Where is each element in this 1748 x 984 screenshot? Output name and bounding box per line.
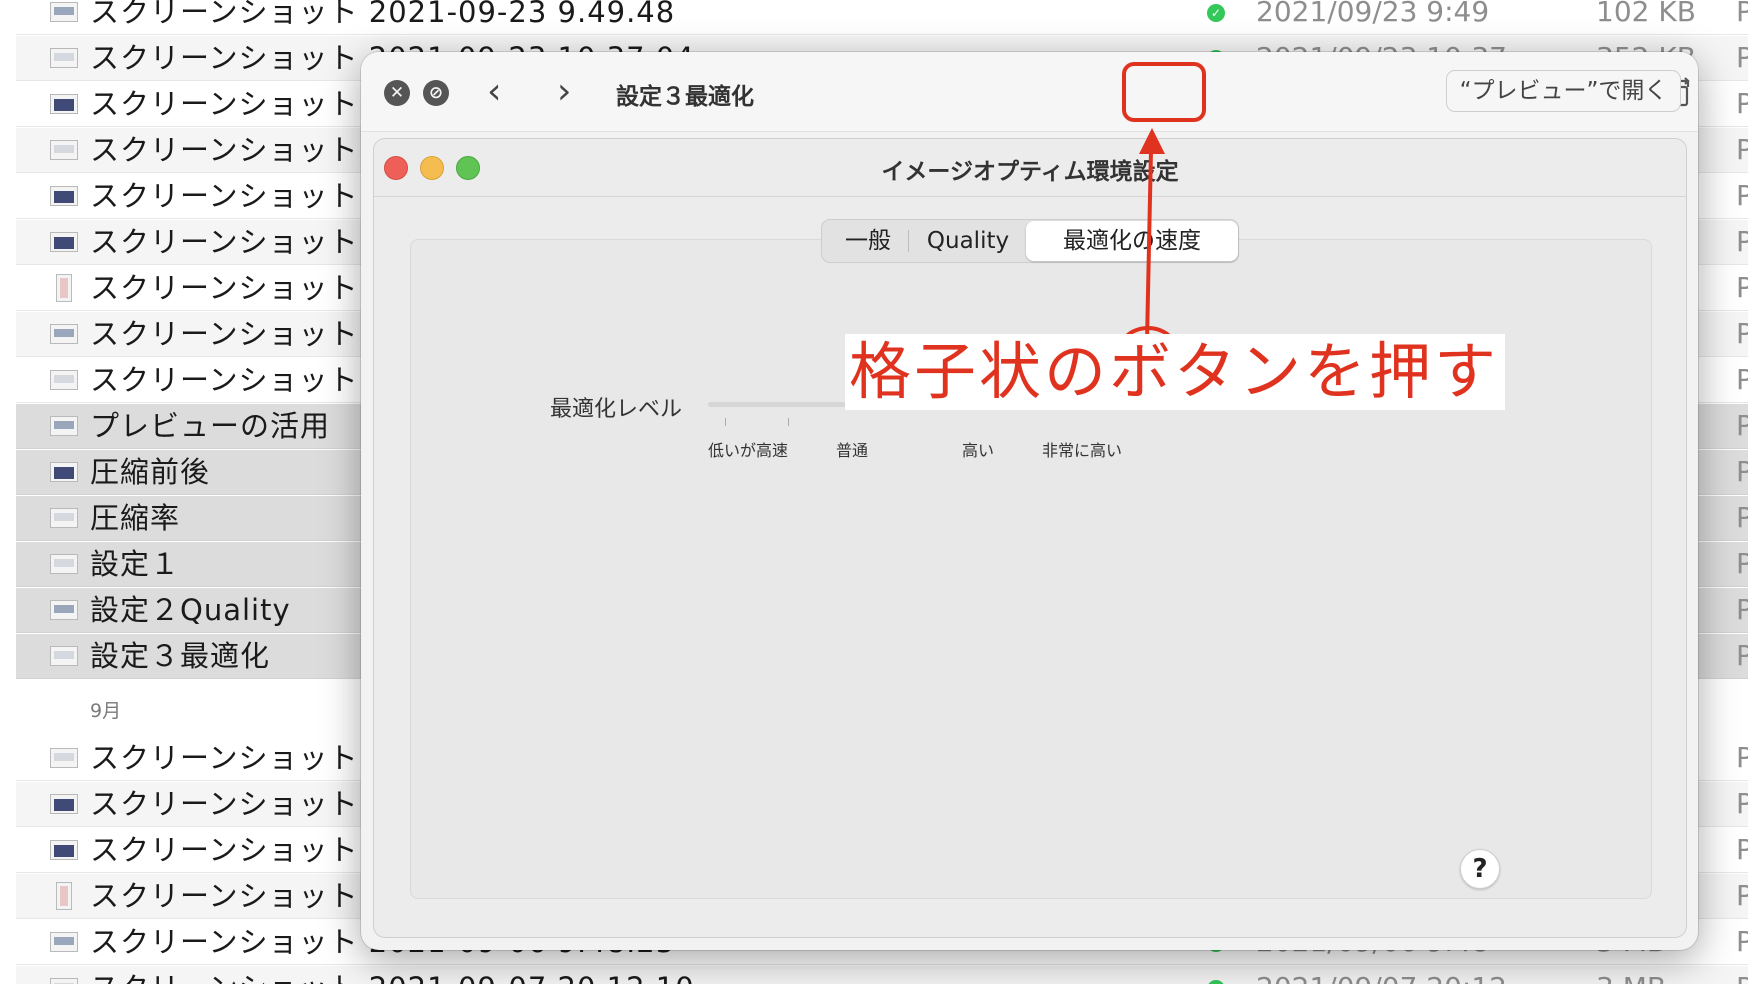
file-kind: P bbox=[1736, 639, 1748, 672]
file-kind: P bbox=[1736, 409, 1748, 442]
file-name: スクリーンショット bbox=[90, 833, 359, 867]
file-size: 102 KB bbox=[1596, 0, 1696, 28]
file-name: スクリーンショット bbox=[90, 179, 359, 213]
file-date: 2021/09/07 20:12 bbox=[1256, 970, 1507, 984]
file-kind: P bbox=[1736, 133, 1748, 166]
file-kind: P bbox=[1736, 179, 1748, 212]
file-thumbnail-icon bbox=[50, 932, 78, 952]
file-kind: P bbox=[1736, 787, 1748, 820]
file-thumbnail-icon bbox=[50, 48, 78, 68]
file-row[interactable]: スクリーンショット 2021-09-07 20.12.10 ✓ 2021/09/07… bbox=[16, 966, 1748, 984]
file-thumbnail-icon bbox=[56, 274, 72, 302]
help-button[interactable]: ? bbox=[1460, 849, 1500, 889]
tab-optimization-speed[interactable]: 最適化の速度 bbox=[1026, 221, 1238, 261]
file-kind: P bbox=[1736, 317, 1748, 350]
file-thumbnail-icon bbox=[50, 416, 78, 436]
file-kind: P bbox=[1736, 593, 1748, 626]
file-kind: P bbox=[1736, 0, 1748, 28]
tab-divider bbox=[908, 230, 909, 252]
file-name: スクリーンショット bbox=[90, 363, 359, 397]
file-thumbnail-icon bbox=[50, 748, 78, 768]
file-name: スクリーンショット bbox=[90, 741, 359, 775]
file-name: スクリーンショット bbox=[90, 271, 359, 305]
file-kind: P bbox=[1736, 41, 1748, 74]
quicklook-window: ✕ ⊘ ‹ › 設定３最適化 “プレビュー”で開く イメージオプティム環境設定 … bbox=[361, 52, 1698, 950]
file-name: 圧縮前後 bbox=[90, 455, 211, 489]
file-kind: P bbox=[1736, 925, 1748, 958]
file-thumbnail-icon bbox=[50, 140, 78, 160]
file-thumbnail-icon bbox=[50, 600, 78, 620]
file-name: 設定１ bbox=[90, 547, 181, 581]
file-kind: P bbox=[1736, 547, 1748, 580]
slider-tick bbox=[725, 418, 726, 426]
tick-label-fast: 低いが高速 bbox=[708, 441, 789, 460]
annotation-highlight-box bbox=[1122, 62, 1206, 122]
markup-toggle-icon[interactable]: ⊘ bbox=[423, 80, 449, 106]
optimization-level-label: 最適化レベル bbox=[550, 397, 683, 422]
preferences-window-preview: イメージオプティム環境設定 一般 Quality 最適化の速度 最適化レベル 低… bbox=[373, 138, 1687, 938]
file-thumbnail-icon bbox=[50, 554, 78, 574]
quicklook-title: 設定３最適化 bbox=[616, 84, 754, 110]
file-thumbnail-icon bbox=[50, 978, 78, 984]
file-name: プレビューの活用 bbox=[90, 409, 331, 443]
file-date: 2021/09/23 9:49 bbox=[1256, 0, 1490, 28]
annotation-arrow-head-icon bbox=[1139, 128, 1165, 154]
file-thumbnail-icon bbox=[50, 794, 78, 814]
file-thumbnail-icon bbox=[50, 2, 78, 22]
file-kind: P bbox=[1736, 455, 1748, 488]
file-row[interactable]: スクリーンショット 2021-09-23 9.49.48 ✓ 2021/09/23 … bbox=[16, 0, 1748, 35]
section-header: 9月 bbox=[90, 700, 122, 722]
file-name: スクリーンショット 2021-09-23 9.49.48 bbox=[90, 0, 676, 29]
file-size: 3 MB bbox=[1596, 970, 1666, 984]
file-name: スクリーンショット bbox=[90, 879, 359, 913]
tab-general[interactable]: 一般 bbox=[828, 220, 908, 262]
tick-label-normal: 普通 bbox=[836, 441, 869, 460]
sync-status-icon: ✓ bbox=[1207, 4, 1225, 22]
preferences-title: イメージオプティム環境設定 bbox=[881, 159, 1179, 185]
file-name: スクリーンショット bbox=[90, 317, 359, 351]
file-name: 設定２Quality bbox=[90, 593, 291, 627]
file-thumbnail-icon bbox=[50, 646, 78, 666]
file-thumbnail-icon bbox=[50, 94, 78, 114]
tick-label-very-high: 非常に高い bbox=[1042, 441, 1123, 460]
file-name: スクリーンショット 2021-09-07 20.12.10 bbox=[90, 970, 695, 984]
file-name: 圧縮率 bbox=[90, 501, 181, 535]
file-name: スクリーンショット bbox=[90, 787, 359, 821]
file-thumbnail-icon bbox=[50, 370, 78, 390]
file-kind: P bbox=[1736, 225, 1748, 258]
file-kind: P bbox=[1736, 970, 1748, 984]
file-kind: P bbox=[1736, 363, 1748, 396]
previous-icon[interactable]: ‹ bbox=[487, 74, 501, 110]
file-kind: P bbox=[1736, 271, 1748, 304]
file-kind: P bbox=[1736, 879, 1748, 912]
sync-status-icon: ✓ bbox=[1207, 980, 1225, 984]
file-thumbnail-icon bbox=[50, 840, 78, 860]
tick-label-high: 高い bbox=[962, 441, 995, 460]
file-kind: P bbox=[1736, 87, 1748, 120]
close-icon[interactable]: ✕ bbox=[384, 80, 410, 106]
file-name: スクリーンショット bbox=[90, 87, 359, 121]
file-thumbnail-icon bbox=[50, 508, 78, 528]
file-kind: P bbox=[1736, 741, 1748, 774]
next-icon[interactable]: › bbox=[557, 74, 571, 110]
file-thumbnail-icon bbox=[50, 186, 78, 206]
file-thumbnail-icon bbox=[56, 882, 72, 910]
slider-tick bbox=[788, 418, 789, 426]
file-name: スクリーンショット bbox=[90, 133, 359, 167]
tab-segmented-control: 一般 Quality 最適化の速度 bbox=[821, 219, 1239, 263]
tab-quality[interactable]: Quality bbox=[914, 220, 1022, 262]
annotation-callout: 格子状のボタンを押す bbox=[845, 334, 1506, 410]
file-name: スクリーンショット bbox=[90, 225, 359, 259]
file-thumbnail-icon bbox=[50, 232, 78, 252]
preferences-titlebar: イメージオプティム環境設定 bbox=[374, 139, 1686, 197]
file-kind: P bbox=[1736, 833, 1748, 866]
quicklook-toolbar: ✕ ⊘ ‹ › 設定３最適化 “プレビュー”で開く bbox=[361, 52, 1698, 132]
open-in-preview-button[interactable]: “プレビュー”で開く bbox=[1446, 70, 1681, 112]
file-kind: P bbox=[1736, 501, 1748, 534]
file-thumbnail-icon bbox=[50, 324, 78, 344]
file-thumbnail-icon bbox=[50, 462, 78, 482]
file-name: 設定３最適化 bbox=[90, 639, 271, 673]
